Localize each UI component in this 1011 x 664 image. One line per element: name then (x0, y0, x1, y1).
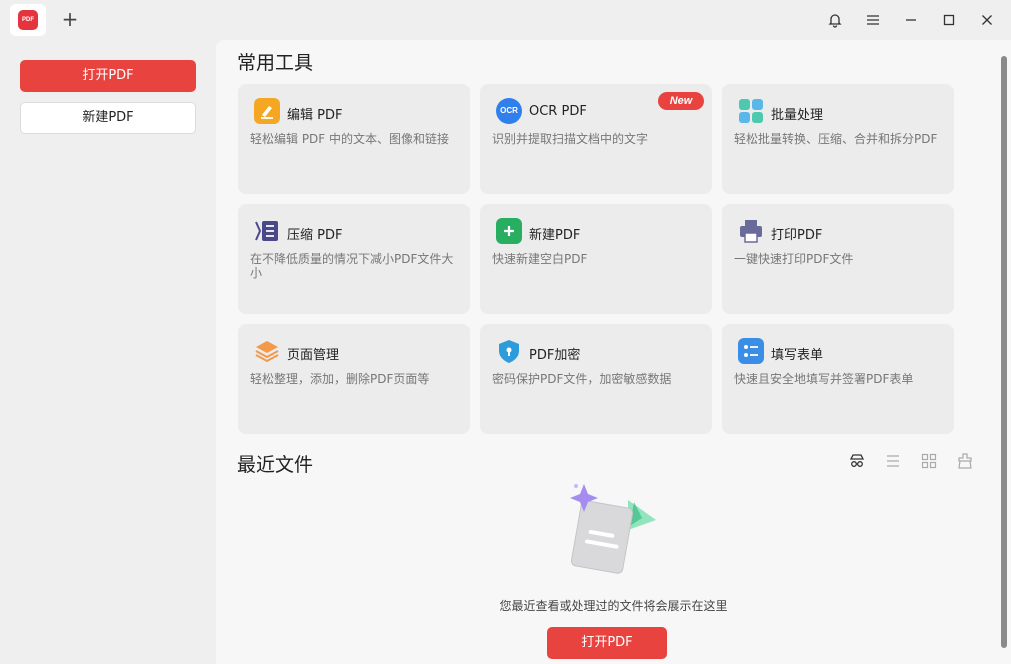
empty-message: 您最近查看或处理过的文件将会展示在这里 (499, 599, 728, 613)
edit-icon (254, 98, 280, 124)
sidebar: 打开PDF 新建PDF (0, 40, 216, 664)
card-description: 识别并提取扫描文档中的文字 (492, 132, 649, 146)
card-title: 打印PDF (771, 228, 823, 243)
tool-card-edit[interactable]: 编辑 PDF 轻松编辑 PDF 中的文本、图像和链接 (238, 84, 470, 194)
card-description: 密码保护PDF文件，加密敏感数据 (492, 372, 672, 386)
menu-icon[interactable] (861, 8, 885, 32)
tool-card-compress[interactable]: 压缩 PDF 在不降低质量的情况下减小PDF文件大小 (238, 204, 470, 314)
card-title: 批量处理 (771, 108, 824, 123)
open-pdf-main-button[interactable]: 打开PDF (547, 627, 667, 659)
card-description: 快速新建空白PDF (492, 252, 588, 266)
lock-icon (496, 338, 522, 364)
pages-icon (254, 338, 280, 364)
tool-card-batch[interactable]: 批量处理 轻松批量转换、压缩、合并和拆分PDF (722, 84, 954, 194)
card-description: 轻松批量转换、压缩、合并和拆分PDF (734, 132, 938, 146)
tool-card-form[interactable]: 填写表单 快速且安全地填写并签署PDF表单 (722, 324, 954, 434)
print-icon (738, 218, 764, 244)
card-description: 轻松整理，添加，删除PDF页面等 (250, 372, 430, 386)
card-title: 压缩 PDF (287, 228, 343, 243)
close-icon[interactable] (975, 8, 999, 32)
tool-card-print[interactable]: 打印PDF 一键快速打印PDF文件 (722, 204, 954, 314)
app-logo-icon: PDF (18, 10, 38, 30)
card-title: 编辑 PDF (287, 108, 343, 123)
compress-icon (254, 218, 280, 244)
open-pdf-button[interactable]: 打开PDF (20, 60, 196, 92)
ocr-icon: OCR (496, 98, 522, 124)
new-tab-button[interactable]: + (60, 8, 80, 30)
minimize-icon[interactable] (899, 8, 923, 32)
tool-card-pages[interactable]: 页面管理 轻松整理，添加，删除PDF页面等 (238, 324, 470, 434)
empty-files-illustration (560, 480, 660, 580)
privacy-mode-icon[interactable] (848, 452, 866, 470)
maximize-icon[interactable] (937, 8, 961, 32)
recent-section-title: 最近文件 (237, 454, 314, 476)
main-panel: 常用工具 编辑 PDF 轻松编辑 PDF 中的文本、图像和链接 OCR OCR … (216, 40, 1011, 664)
tool-card-encrypt[interactable]: PDF加密 密码保护PDF文件，加密敏感数据 (480, 324, 712, 434)
card-description: 轻松编辑 PDF 中的文本、图像和链接 (250, 132, 450, 146)
tool-card-ocr[interactable]: OCR OCR PDF 识别并提取扫描文档中的文字 New (480, 84, 712, 194)
card-title: PDF加密 (529, 348, 581, 363)
form-icon (738, 338, 764, 364)
home-tab[interactable]: PDF (10, 4, 46, 36)
card-description: 一键快速打印PDF文件 (734, 252, 854, 266)
card-description: 快速且安全地填写并签署PDF表单 (734, 372, 914, 386)
title-bar: PDF + (0, 0, 1011, 40)
bell-icon[interactable] (823, 8, 847, 32)
grid-view-icon[interactable] (920, 452, 938, 470)
tool-card-new-pdf[interactable]: 新建PDF 快速新建空白PDF (480, 204, 712, 314)
card-description: 在不降低质量的情况下减小PDF文件大小 (250, 252, 454, 280)
card-title: 填写表单 (771, 348, 824, 363)
card-title: OCR PDF (529, 104, 587, 119)
list-view-icon[interactable] (884, 452, 902, 470)
new-badge: New (658, 92, 704, 110)
batch-icon (738, 98, 764, 124)
new-pdf-button[interactable]: 新建PDF (20, 102, 196, 134)
tools-section-title: 常用工具 (237, 52, 314, 74)
new-pdf-icon (496, 218, 522, 244)
card-title: 页面管理 (287, 348, 340, 363)
clean-icon[interactable] (956, 452, 974, 470)
scrollbar[interactable] (1001, 56, 1007, 648)
card-title: 新建PDF (529, 228, 581, 243)
